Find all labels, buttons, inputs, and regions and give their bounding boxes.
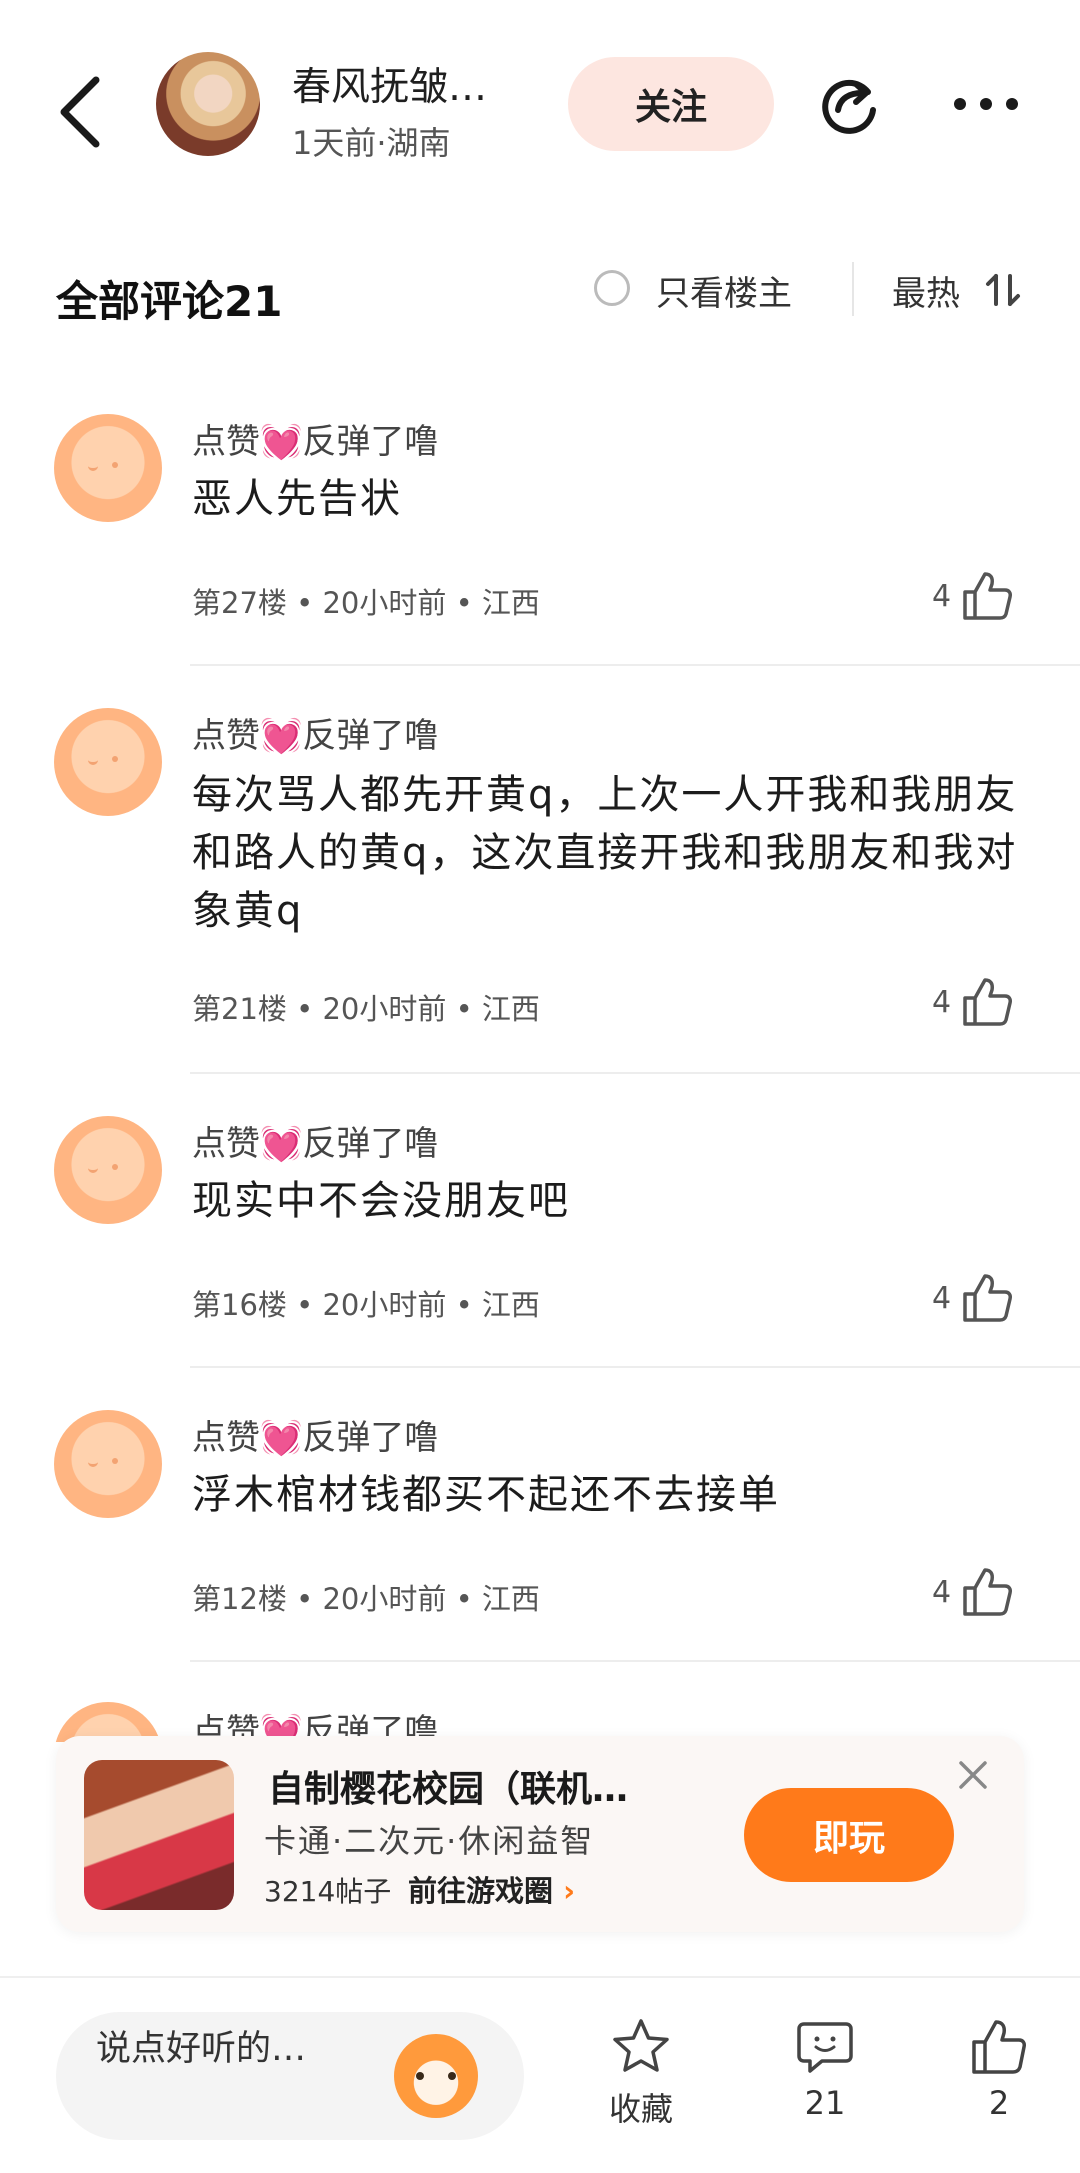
commenter-avatar[interactable] bbox=[54, 708, 162, 816]
commenter-name[interactable]: 点赞💓反弹了噜 bbox=[192, 708, 438, 757]
comment-like[interactable]: 4 bbox=[932, 1564, 1015, 1620]
comment-like[interactable]: 4 bbox=[932, 568, 1015, 624]
favorite-label: 收藏 bbox=[608, 2090, 673, 2128]
play-now-button[interactable]: 即玩 bbox=[744, 1788, 954, 1882]
comment-text: 现实中不会没朋友吧 bbox=[192, 1178, 570, 1224]
bottom-bar-divider bbox=[0, 1976, 1080, 1978]
game-promo-card[interactable]: 自制樱花校园（联机… 卡通·二次元·休闲益智 3214帖子 前往游戏圈 › 即玩 bbox=[56, 1736, 1024, 1932]
game-circle-link-label: 前往游戏圈 bbox=[408, 1874, 554, 1908]
comment-input-placeholder: 说点好听的… bbox=[96, 2029, 307, 2069]
commenter-name[interactable]: 点赞💓反弹了噜 bbox=[192, 1410, 438, 1459]
comment-like-count: 4 bbox=[932, 1574, 952, 1610]
comment-text: 恶人先告状 bbox=[192, 476, 402, 522]
comment-text: 每次骂人都先开黄q，上次一人开我和我朋友和路人的黄q，这次直接开我和我朋友和我对… bbox=[192, 772, 1018, 934]
commenter-name-part: 点赞 bbox=[192, 1418, 260, 1458]
comment-meta: 第12楼 • 20小时前 • 江西 bbox=[192, 1582, 540, 1616]
author-name[interactable]: 春风抚皱… bbox=[292, 56, 487, 112]
comment-count: 21 bbox=[804, 2084, 846, 2122]
comments-count-title: 全部评论21 bbox=[56, 277, 283, 326]
comment-divider bbox=[190, 1072, 1080, 1074]
commenter-name-part: 反弹了噜 bbox=[302, 1124, 439, 1164]
comment-divider bbox=[190, 1660, 1080, 1662]
heart-emoji-icon: 💓 bbox=[260, 1418, 303, 1458]
game-circle-link[interactable]: 前往游戏圈 › bbox=[408, 1868, 575, 1910]
favorite-button[interactable]: 收藏 bbox=[586, 2016, 696, 2130]
comment-meta: 第21楼 • 20小时前 • 江西 bbox=[192, 992, 540, 1026]
post-like-count: 2 bbox=[988, 2084, 1010, 2122]
comment-bubble-icon bbox=[797, 2022, 853, 2073]
commenter-avatar[interactable] bbox=[54, 1410, 162, 1518]
comment-item[interactable]: 点赞💓反弹了噜 现实中不会没朋友吧 第16楼 • 20小时前 • 江西 4 bbox=[0, 1116, 1080, 1368]
commenter-name[interactable]: 点赞💓反弹了噜 bbox=[192, 414, 438, 463]
mascot-icon[interactable] bbox=[394, 2034, 478, 2118]
comment-like-count: 4 bbox=[932, 1280, 952, 1316]
thumbs-up-icon bbox=[972, 2020, 1026, 2074]
game-thumbnail[interactable] bbox=[84, 1760, 234, 1910]
commenter-avatar[interactable] bbox=[54, 414, 162, 522]
commenter-name-part: 反弹了噜 bbox=[302, 716, 439, 756]
comment-divider bbox=[190, 1366, 1080, 1368]
comment-like-count: 4 bbox=[932, 578, 952, 614]
comment-item[interactable]: 点赞💓反弹了噜 浮木棺材钱都买不起还不去接单 第12楼 • 20小时前 • 江西… bbox=[0, 1410, 1080, 1662]
only-op-label[interactable]: 只看楼主 bbox=[656, 266, 792, 315]
share-icon[interactable] bbox=[816, 72, 882, 138]
more-options-icon[interactable] bbox=[950, 92, 1022, 116]
commenter-name-part: 反弹了噜 bbox=[302, 422, 439, 462]
commenter-name-part: 点赞 bbox=[192, 422, 260, 462]
comment-meta: 第27楼 • 20小时前 • 江西 bbox=[192, 586, 540, 620]
author-avatar[interactable] bbox=[156, 52, 260, 156]
follow-button[interactable]: 关注 bbox=[568, 57, 774, 151]
comment-item[interactable]: 点赞💓反弹了噜 恶人先告状 第27楼 • 20小时前 • 江西 4 bbox=[0, 414, 1080, 666]
comment-item[interactable]: 点赞💓反弹了噜 每次骂人都先开黄q，上次一人开我和我朋友和路人的黄q，这次直接开… bbox=[0, 708, 1080, 1074]
star-icon bbox=[613, 2019, 669, 2072]
like-post-button[interactable]: 2 bbox=[944, 2016, 1054, 2122]
heart-emoji-icon: 💓 bbox=[260, 716, 303, 756]
sort-hot-label[interactable]: 最热 bbox=[892, 266, 960, 315]
commenter-name-part: 点赞 bbox=[192, 1124, 260, 1164]
commenter-avatar[interactable] bbox=[54, 1116, 162, 1224]
post-time-location: 1天前·湖南 bbox=[292, 124, 451, 162]
chevron-right-icon: › bbox=[563, 1874, 576, 1908]
comment-like[interactable]: 4 bbox=[932, 974, 1015, 1030]
sort-toggle-icon[interactable] bbox=[984, 270, 1024, 310]
comment-input[interactable]: 说点好听的… bbox=[56, 2012, 524, 2140]
thumbs-up-icon[interactable] bbox=[959, 974, 1015, 1030]
back-arrow-icon[interactable] bbox=[52, 72, 112, 152]
close-icon[interactable] bbox=[956, 1758, 990, 1792]
heart-emoji-icon: 💓 bbox=[260, 422, 303, 462]
comments-button[interactable]: 21 bbox=[770, 2016, 880, 2122]
heart-emoji-icon: 💓 bbox=[260, 1124, 303, 1164]
commenter-name-part: 反弹了噜 bbox=[302, 1418, 439, 1458]
comment-meta: 第16楼 • 20小时前 • 江西 bbox=[192, 1288, 540, 1322]
commenter-name[interactable]: 点赞💓反弹了噜 bbox=[192, 1116, 438, 1165]
sort-divider bbox=[852, 262, 854, 316]
game-title[interactable]: 自制樱花校园（联机… bbox=[268, 1760, 628, 1812]
game-post-count: 3214帖子 bbox=[264, 1875, 392, 1908]
only-op-radio[interactable] bbox=[594, 270, 630, 306]
thumbs-up-icon[interactable] bbox=[959, 1564, 1015, 1620]
comment-like-count: 4 bbox=[932, 984, 952, 1020]
thumbs-up-icon[interactable] bbox=[959, 1270, 1015, 1326]
game-tags: 卡通·二次元·休闲益智 bbox=[264, 1822, 595, 1860]
comment-text: 浮木棺材钱都买不起还不去接单 bbox=[192, 1472, 780, 1518]
comment-divider bbox=[190, 664, 1080, 666]
commenter-name-part: 点赞 bbox=[192, 716, 260, 756]
comment-like[interactable]: 4 bbox=[932, 1270, 1015, 1326]
thumbs-up-icon[interactable] bbox=[959, 568, 1015, 624]
